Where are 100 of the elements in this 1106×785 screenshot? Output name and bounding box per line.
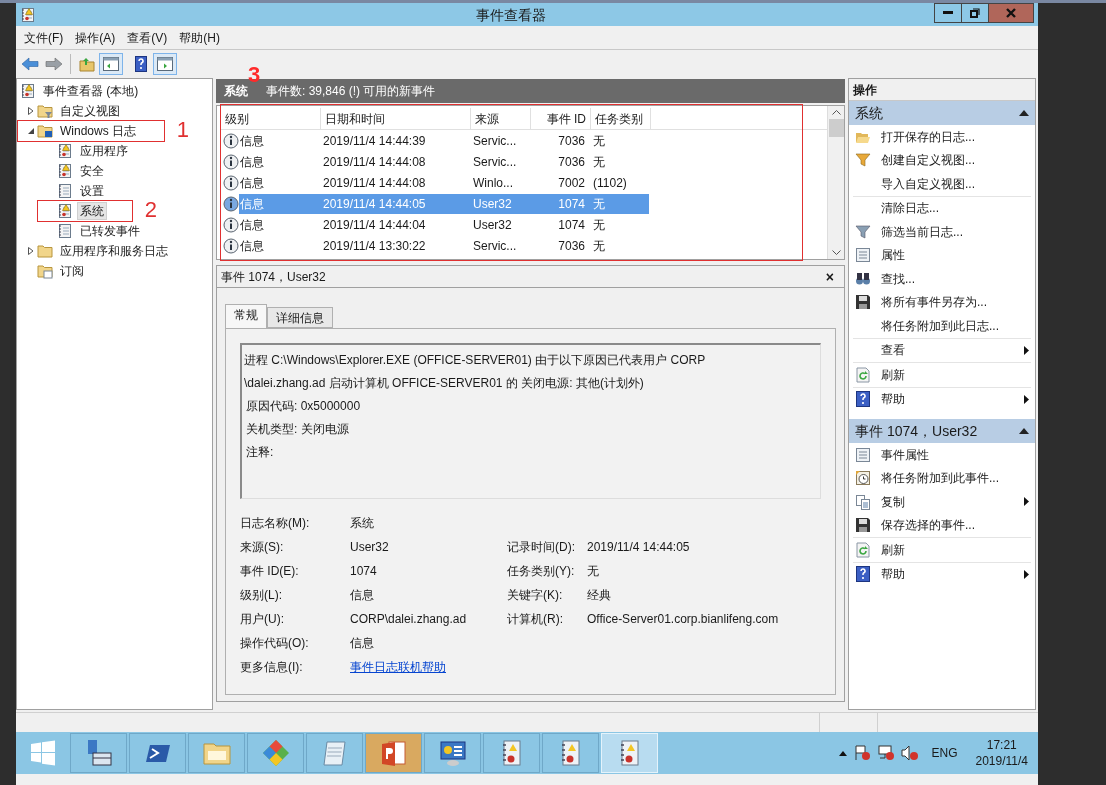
section-header[interactable]: 系统	[849, 101, 1035, 125]
close-button[interactable]	[988, 3, 1034, 23]
event-row[interactable]: 信息 2019/11/4 14:44:39 Servic... 7036 无	[239, 130, 649, 151]
taskbar-button[interactable]	[70, 733, 127, 773]
table-cell-text: (1102)	[592, 174, 628, 192]
save-icon	[855, 294, 871, 311]
speaker-muted-icon[interactable]	[901, 745, 920, 761]
column-header[interactable]: 日期和时间	[321, 108, 471, 129]
tree-item[interactable]: 自定义视图	[57, 102, 123, 120]
flag-error-icon[interactable]	[853, 745, 872, 761]
menu-item[interactable]: 文件(F)	[20, 28, 68, 47]
table-cell-text: User32	[472, 216, 513, 234]
table-cell-text: User32	[472, 195, 513, 213]
action-item[interactable]: 将所有事件另存为...	[881, 293, 987, 312]
menu-item[interactable]: 查看(V)	[123, 28, 172, 47]
action-item[interactable]: 保存选择的事件...	[881, 516, 975, 535]
collapse-triangle-icon[interactable]	[1019, 428, 1029, 434]
log-warning-icon	[57, 163, 73, 179]
input-language[interactable]: ENG	[931, 744, 958, 762]
expanded-triangle-icon[interactable]	[27, 127, 35, 135]
field-label: 用户(U):	[240, 611, 285, 628]
show-hidden-icons-icon[interactable]	[839, 750, 848, 756]
action-item[interactable]: 刷新	[881, 365, 905, 384]
show-tree-button[interactable]	[99, 53, 123, 75]
action-item[interactable]: 清除日志...	[881, 199, 939, 218]
close-button[interactable]: ×	[825, 269, 834, 284]
help-link[interactable]: 事件日志联机帮助	[350, 658, 507, 676]
event-row[interactable]: 信息 2019/11/4 14:44:08 Servic... 7036 无	[239, 151, 649, 172]
scroll-down-icon[interactable]	[831, 250, 841, 256]
taskbar-button[interactable]	[129, 733, 186, 773]
tree-item[interactable]: 应用程序和服务日志	[57, 242, 171, 260]
field-value: 经典	[587, 587, 611, 604]
tree-item[interactable]: Windows 日志	[57, 122, 139, 140]
action-item[interactable]: 刷新	[881, 540, 905, 559]
scroll-thumb[interactable]	[828, 119, 844, 137]
table-cell-text: 信息	[239, 237, 265, 255]
event-row[interactable]: 信息 2019/11/4 14:44:08 Winlo... 7002 (1102)	[239, 172, 649, 193]
funnel-icon	[855, 223, 871, 240]
action-item[interactable]: 查找...	[881, 269, 915, 288]
tree-item[interactable]: 设置	[77, 182, 107, 200]
tab[interactable]: 详细信息	[267, 307, 333, 328]
scroll-up-icon[interactable]	[831, 109, 841, 115]
tree-item[interactable]: 系统	[77, 202, 107, 220]
action-item[interactable]: 复制	[881, 492, 905, 511]
taskbar-button[interactable]	[365, 733, 422, 773]
restore-icon	[970, 8, 980, 18]
action-item[interactable]: 将任务附加到此事件...	[881, 469, 999, 488]
column-header[interactable]: 事件 ID	[531, 108, 591, 129]
action-item[interactable]: 事件属性	[881, 445, 929, 464]
tree-item[interactable]: 订阅	[57, 262, 87, 280]
field-value: 1074	[350, 563, 378, 580]
show-action-pane-button[interactable]	[153, 53, 177, 75]
collapse-triangle-icon[interactable]	[1019, 110, 1029, 116]
taskbar-button[interactable]	[424, 733, 481, 773]
tab[interactable]: 常规	[225, 304, 267, 328]
windows-logo-icon	[28, 738, 58, 768]
action-item[interactable]: 打开保存的日志...	[881, 127, 975, 146]
collapsed-triangle-icon[interactable]	[27, 107, 35, 115]
clock-date[interactable]: 2019/11/4	[975, 753, 1028, 769]
table-cell-text: 2019/11/4 13:30:22	[322, 237, 427, 255]
restore-button[interactable]	[962, 3, 988, 23]
action-item[interactable]: 筛选当前日志...	[881, 222, 963, 241]
show-action-pane-icon	[156, 56, 174, 72]
taskbar-button[interactable]	[483, 733, 540, 773]
annotation-number: 2	[144, 197, 157, 223]
table-cell-text: Winlo...	[472, 174, 514, 192]
collapsed-triangle-icon[interactable]	[27, 247, 35, 255]
action-item[interactable]: 查看	[881, 341, 905, 360]
help-icon	[855, 391, 871, 408]
tree-item[interactable]: 已转发事件	[77, 222, 143, 240]
message-line: \dalei.zhang.ad 启动计算机 OFFICE-SERVER01 的 关闭电源: 其他(计划外)	[244, 375, 645, 392]
field-label: 日志名称(M):	[240, 515, 311, 532]
tree-item[interactable]: 事件查看器 (本地)	[40, 82, 142, 100]
scrollbar[interactable]	[827, 106, 844, 259]
clock-time[interactable]: 17:21	[986, 737, 1017, 753]
event-row[interactable]: 信息 2019/11/4 14:44:04 User32 1074 无	[239, 214, 649, 235]
notebook-icon	[57, 223, 73, 239]
taskbar-button[interactable]	[542, 733, 599, 773]
field-label: 更多信息(I):	[240, 659, 304, 676]
info-icon	[223, 174, 239, 191]
column-header[interactable]: 级别	[221, 108, 321, 129]
section-header[interactable]: 事件 1074，User32	[849, 419, 1035, 443]
tree-item[interactable]: 应用程序	[77, 142, 131, 160]
minimize-button[interactable]	[934, 3, 962, 23]
menu-item[interactable]: 帮助(H)	[175, 28, 224, 47]
menu-item[interactable]: 操作(A)	[71, 28, 120, 47]
network-error-icon[interactable]	[877, 745, 896, 761]
section-title: 系统	[855, 103, 883, 123]
action-item[interactable]: 帮助	[881, 390, 905, 409]
field-label: 来源(S):	[240, 539, 285, 556]
action-item[interactable]: 将任务附加到此日志...	[881, 316, 999, 335]
table-cell-text: Servic...	[472, 153, 518, 171]
action-item[interactable]: 属性	[881, 246, 905, 265]
column-header[interactable]: 来源	[471, 108, 531, 129]
action-item[interactable]: 导入自定义视图...	[881, 174, 975, 193]
event-row[interactable]: 信息 2019/11/4 13:30:22 Servic... 7036 无	[239, 235, 649, 256]
action-item[interactable]: 帮助	[881, 565, 905, 584]
action-item[interactable]: 创建自定义视图...	[881, 151, 975, 170]
column-header[interactable]: 任务类别	[591, 108, 651, 129]
tree-item[interactable]: 安全	[77, 162, 107, 180]
